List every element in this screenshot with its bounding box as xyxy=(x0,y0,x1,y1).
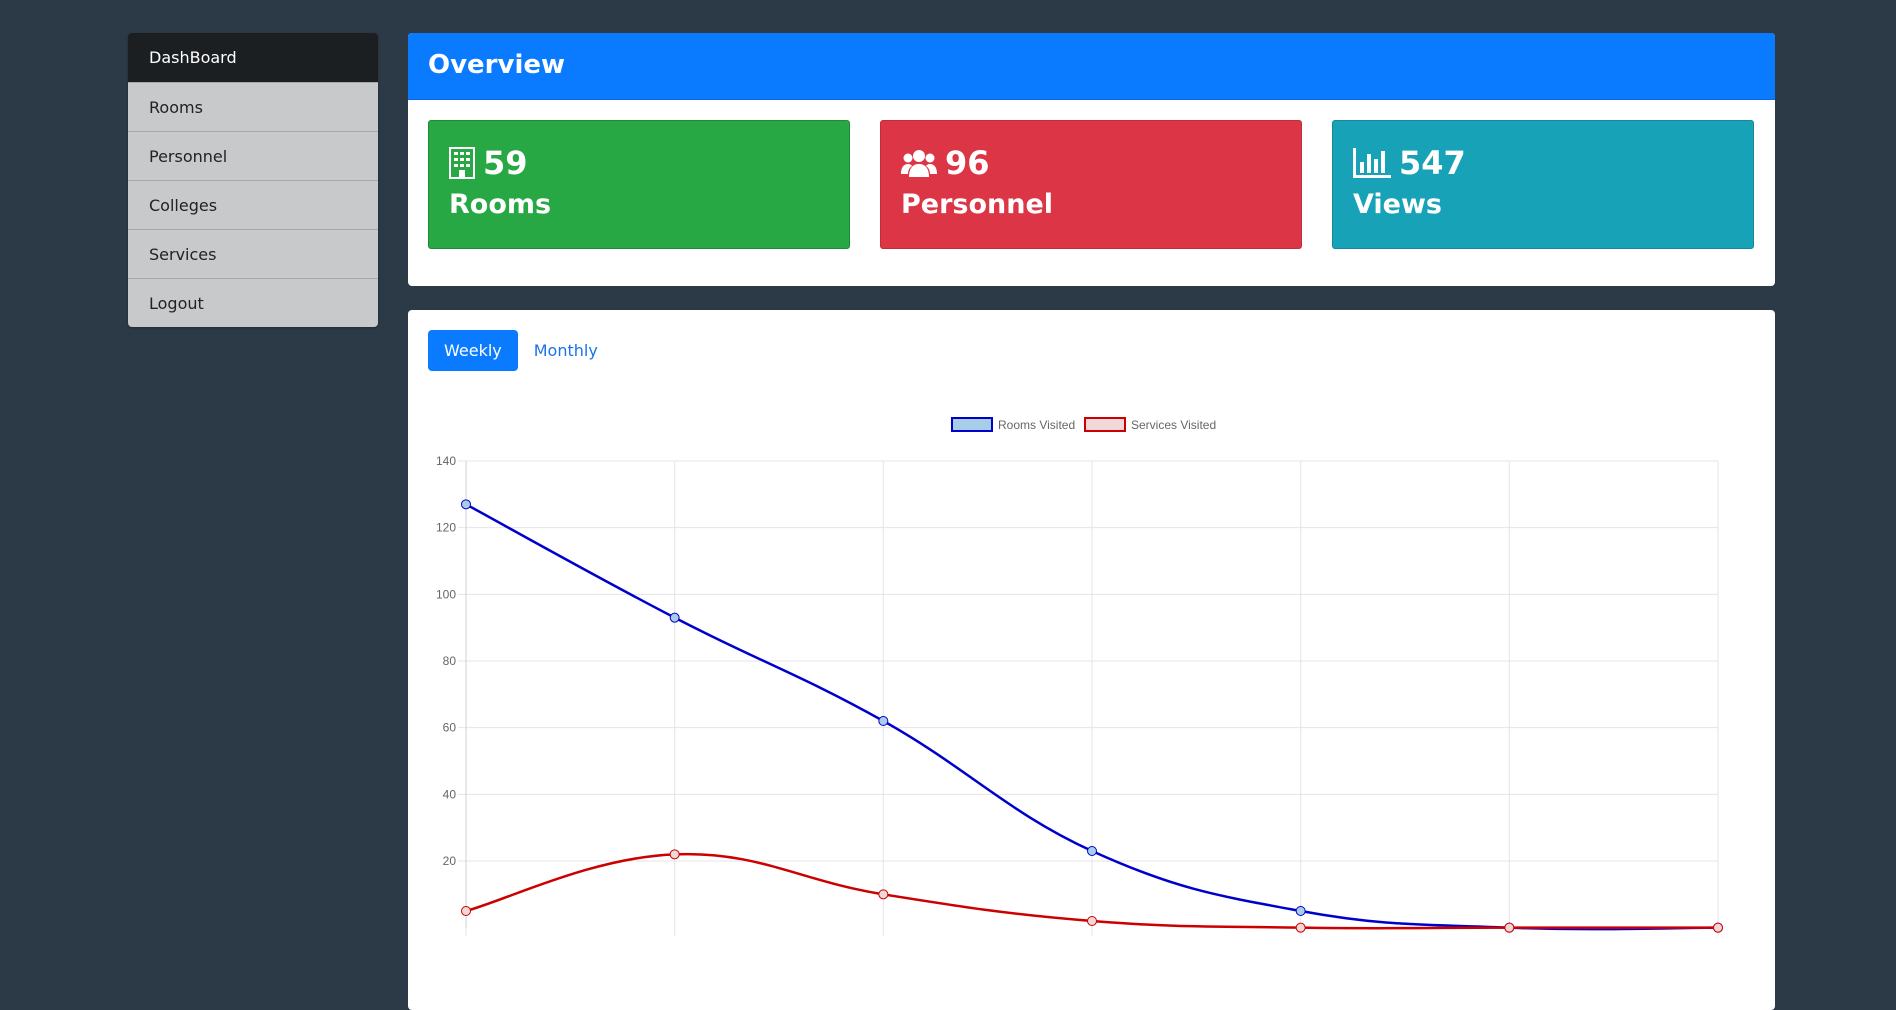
y-tick-label: 20 xyxy=(443,854,457,868)
data-point xyxy=(1295,922,1306,933)
y-tick-label: 100 xyxy=(436,587,456,601)
data-point xyxy=(878,716,889,726)
sidebar-item-colleges[interactable]: Colleges xyxy=(128,180,378,229)
views-card: 547 Views xyxy=(1332,120,1754,249)
data-point xyxy=(669,612,680,623)
data-point xyxy=(1295,906,1306,916)
chart-panel: Weekly Monthly 20 40 60 80 100 120 140 Rooms Vi… xyxy=(408,310,1775,1010)
y-tick-label: 60 xyxy=(443,721,457,735)
rooms-card: 59 Rooms xyxy=(428,120,850,249)
line-chart: 20 40 60 80 100 120 140 Rooms Visited Services V… xyxy=(436,417,1723,936)
personnel-label: Personnel xyxy=(901,189,1054,220)
sidebar-item-logout[interactable]: Logout xyxy=(128,278,378,327)
y-tick-label: 120 xyxy=(436,521,456,535)
legend-label: Rooms Visited xyxy=(998,418,1075,432)
y-tick-label: 80 xyxy=(443,654,457,668)
sidebar-item-personnel[interactable]: Personnel xyxy=(128,131,378,180)
overview-title: Overview xyxy=(408,33,1775,100)
views-count: 547 xyxy=(1399,144,1466,182)
y-tick-label: 140 xyxy=(436,454,456,468)
views-label: Views xyxy=(1353,189,1443,220)
data-point xyxy=(1713,922,1723,933)
sidebar-nav: DashBoard Rooms Personnel Colleges Servi… xyxy=(128,33,378,327)
building-icon xyxy=(449,147,475,179)
rooms-label: Rooms xyxy=(449,189,552,220)
personnel-count: 96 xyxy=(945,144,990,182)
bar-chart-icon xyxy=(1353,148,1391,178)
legend-label: Services Visited xyxy=(1131,418,1216,432)
data-point xyxy=(878,889,889,900)
overview-panel: Overview 59 Rooms 96 Personnel 547 Views xyxy=(408,33,1775,286)
data-point xyxy=(461,499,471,510)
legend-swatch xyxy=(951,417,993,432)
sidebar-item-dashboard[interactable]: DashBoard xyxy=(128,33,378,82)
data-point xyxy=(1087,846,1097,856)
users-icon xyxy=(901,148,937,178)
data-point xyxy=(1087,916,1097,926)
y-tick-label: 40 xyxy=(443,787,457,801)
sidebar-item-rooms[interactable]: Rooms xyxy=(128,82,378,131)
data-point xyxy=(669,849,680,860)
data-point xyxy=(461,906,471,916)
rooms-count: 59 xyxy=(483,144,528,182)
legend-swatch xyxy=(1084,417,1126,432)
data-point xyxy=(1504,922,1515,933)
sidebar-item-services[interactable]: Services xyxy=(128,229,378,278)
personnel-card: 96 Personnel xyxy=(880,120,1302,249)
